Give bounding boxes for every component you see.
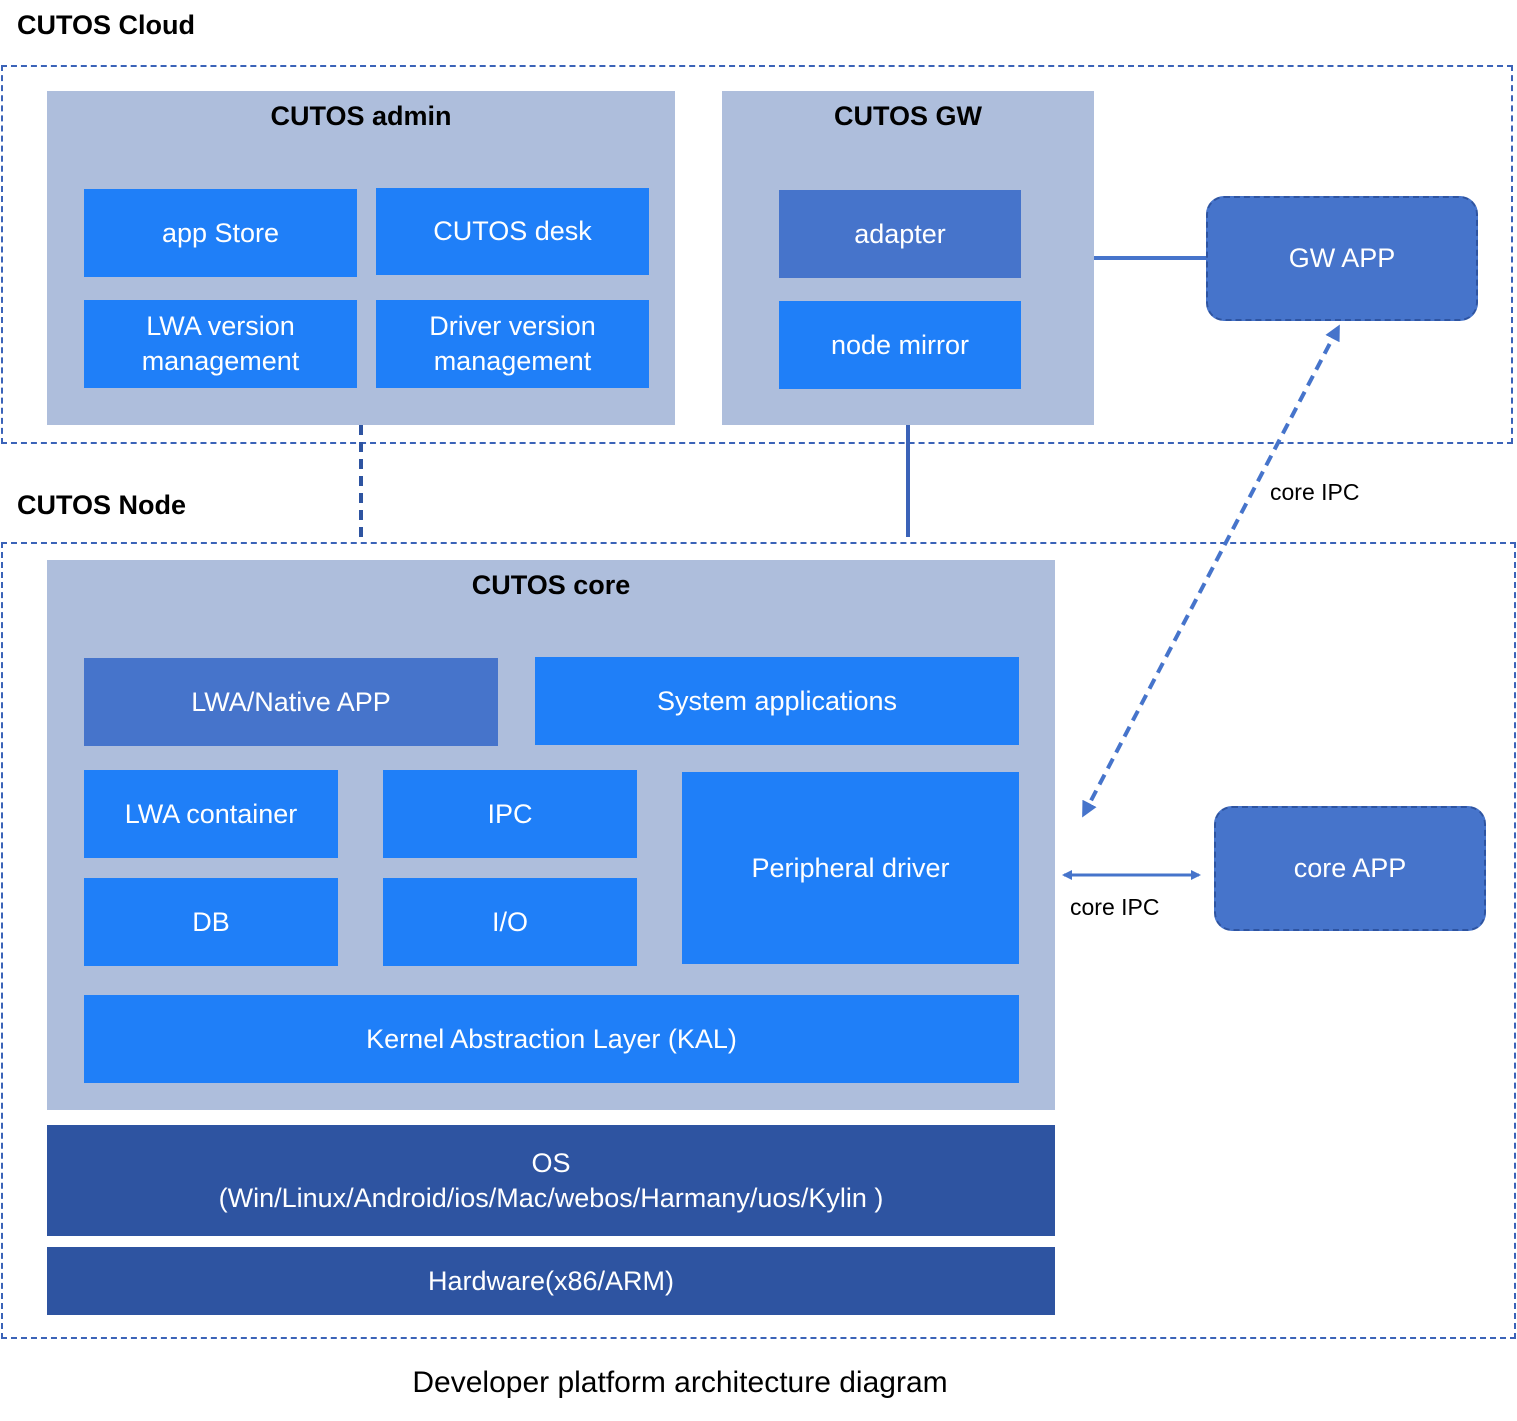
gw-core-ipc-label: core IPC xyxy=(1270,479,1360,505)
gw-app-to-core-ipc-arrow xyxy=(1082,324,1340,818)
diagram-caption: Developer platform architecture diagram xyxy=(412,1366,948,1399)
connectors xyxy=(359,256,1340,880)
core-app-ipc-label: core IPC xyxy=(1070,894,1160,920)
